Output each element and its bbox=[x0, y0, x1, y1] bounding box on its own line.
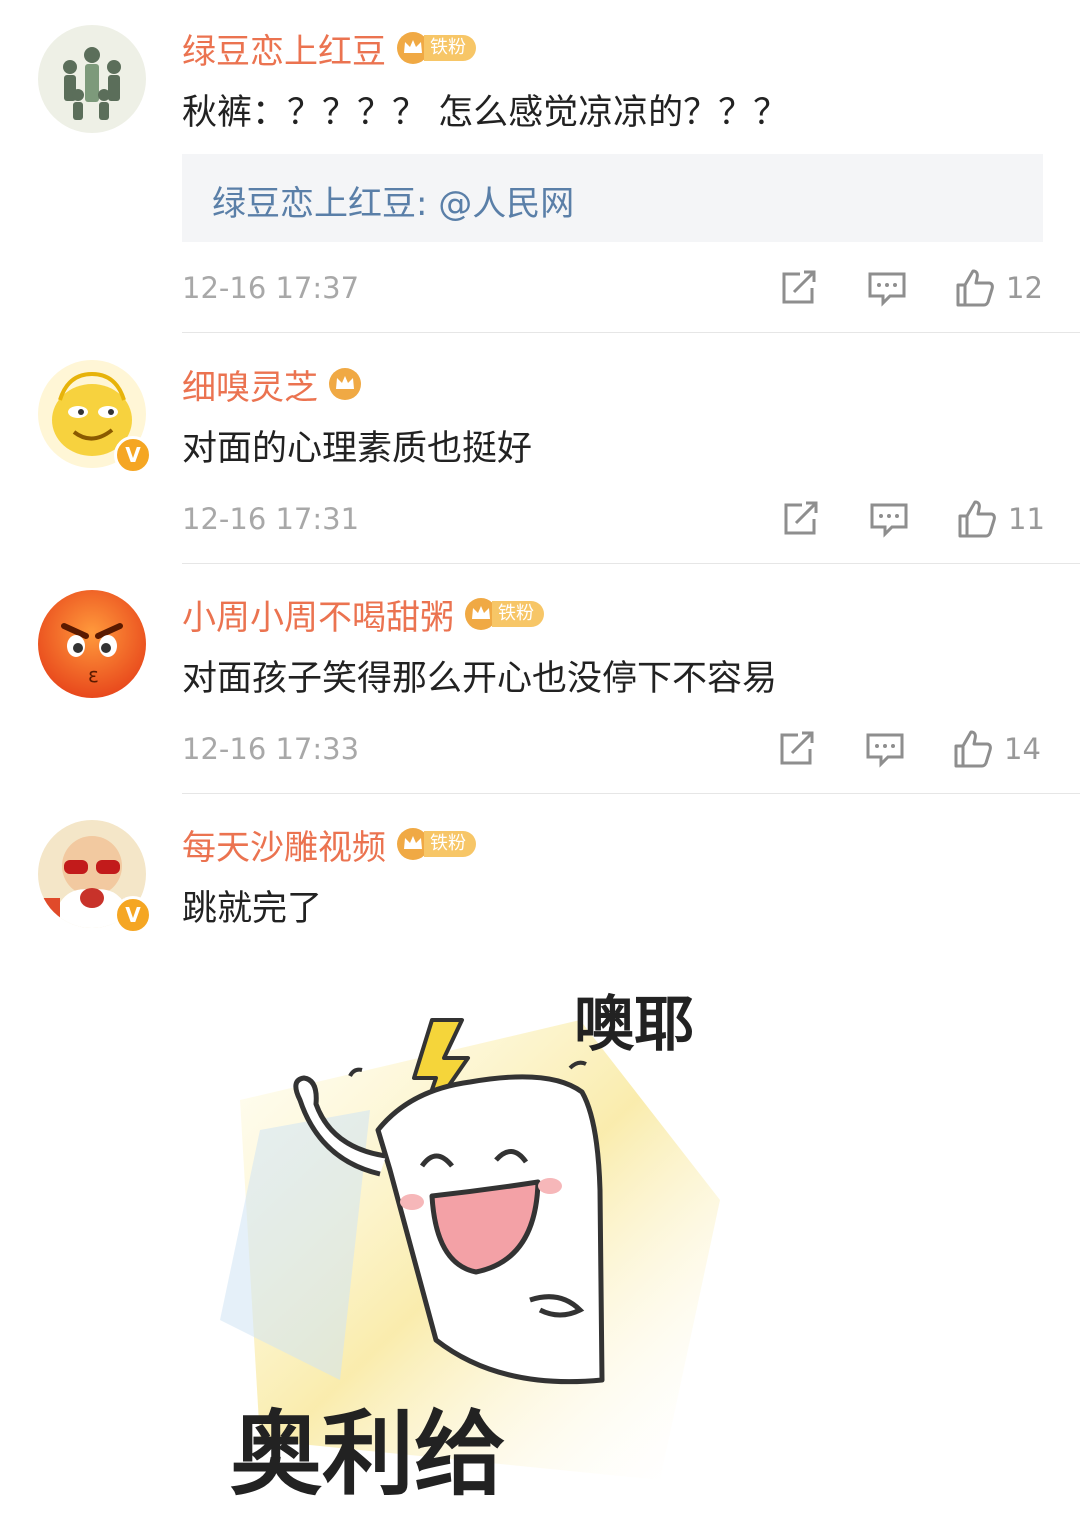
timestamp: 12-16 17:37 bbox=[182, 271, 360, 305]
repost-icon bbox=[782, 270, 816, 304]
reply-button[interactable] bbox=[868, 499, 910, 539]
group-avatar-image bbox=[38, 25, 146, 133]
username-row: 绿豆恋上红豆 铁粉 bbox=[182, 24, 476, 72]
divider bbox=[182, 793, 1080, 794]
avatar[interactable] bbox=[38, 25, 146, 133]
fan-badge-label: 铁粉 bbox=[492, 601, 544, 627]
like-count: 14 bbox=[1004, 732, 1041, 766]
comment-meta: 12-16 17:33 14 bbox=[182, 729, 1042, 769]
sticker-caption-top: 噢耶 bbox=[574, 990, 694, 1060]
reply-button[interactable] bbox=[864, 729, 906, 769]
verified-badge: V bbox=[114, 896, 152, 934]
username[interactable]: 每天沙雕视频 bbox=[182, 820, 386, 869]
like-count: 12 bbox=[1006, 271, 1043, 305]
thumbs-up-icon bbox=[954, 730, 992, 768]
fan-badge-label: 铁粉 bbox=[424, 831, 476, 857]
verified-badge: V bbox=[114, 436, 152, 474]
repost-button[interactable] bbox=[780, 499, 822, 539]
svg-text:ε: ε bbox=[88, 663, 99, 687]
comment-meta: 12-16 17:31 11 bbox=[182, 499, 1045, 539]
reply-button[interactable] bbox=[866, 268, 908, 308]
divider bbox=[182, 563, 1080, 564]
comment-text: 跳就完了 bbox=[182, 889, 323, 929]
comment-icon bbox=[866, 733, 904, 768]
comment-text: 对面的心理素质也挺好 bbox=[182, 429, 533, 469]
fan-badge: 铁粉 bbox=[464, 597, 544, 631]
fan-badge: 铁粉 bbox=[396, 827, 476, 861]
angry-emoji-avatar-image: ε bbox=[38, 590, 146, 698]
username[interactable]: 小周小周不喝甜粥 bbox=[182, 590, 454, 639]
thumbs-up-icon bbox=[956, 269, 994, 307]
sticker-caption-bottom: 奥利给 bbox=[230, 1401, 507, 1508]
username-row: 细嗅灵芝 bbox=[182, 360, 362, 408]
quoted-reply-text: 绿豆恋上红豆: @人民网 bbox=[212, 184, 575, 224]
fan-badge-label: 铁粉 bbox=[424, 35, 476, 61]
comment-icon bbox=[870, 503, 908, 538]
comment-text: 秋裤：？？？？ 怎么感觉凉凉的？？？ bbox=[182, 93, 789, 133]
like-button[interactable]: 11 bbox=[956, 499, 1045, 539]
like-count: 11 bbox=[1008, 502, 1045, 536]
sticker-image[interactable]: 噢耶 奥利给 bbox=[200, 960, 760, 1516]
repost-icon bbox=[784, 501, 818, 535]
comment-icon bbox=[868, 272, 906, 307]
username[interactable]: 绿豆恋上红豆 bbox=[182, 24, 386, 73]
fan-badge: 铁粉 bbox=[396, 31, 476, 65]
like-button[interactable]: 12 bbox=[954, 268, 1043, 308]
repost-icon bbox=[780, 731, 814, 765]
username[interactable]: 细嗅灵芝 bbox=[182, 360, 318, 409]
avatar[interactable]: ε bbox=[38, 590, 146, 698]
repost-button[interactable] bbox=[776, 729, 818, 769]
timestamp: 12-16 17:33 bbox=[182, 732, 360, 766]
like-button[interactable]: 14 bbox=[952, 729, 1041, 769]
fan-badge bbox=[328, 367, 362, 401]
username-row: 小周小周不喝甜粥 铁粉 bbox=[182, 590, 544, 638]
crown-icon bbox=[329, 368, 361, 400]
repost-button[interactable] bbox=[778, 268, 820, 308]
divider bbox=[182, 332, 1080, 333]
thumbs-up-icon bbox=[958, 500, 996, 538]
timestamp: 12-16 17:31 bbox=[182, 502, 360, 536]
username-row: 每天沙雕视频 铁粉 bbox=[182, 820, 476, 868]
quoted-reply[interactable]: 绿豆恋上红豆: @人民网 bbox=[182, 154, 1043, 242]
comment-text: 对面孩子笑得那么开心也没停下不容易 bbox=[182, 659, 778, 699]
comment-meta: 12-16 17:37 12 bbox=[182, 268, 1043, 308]
